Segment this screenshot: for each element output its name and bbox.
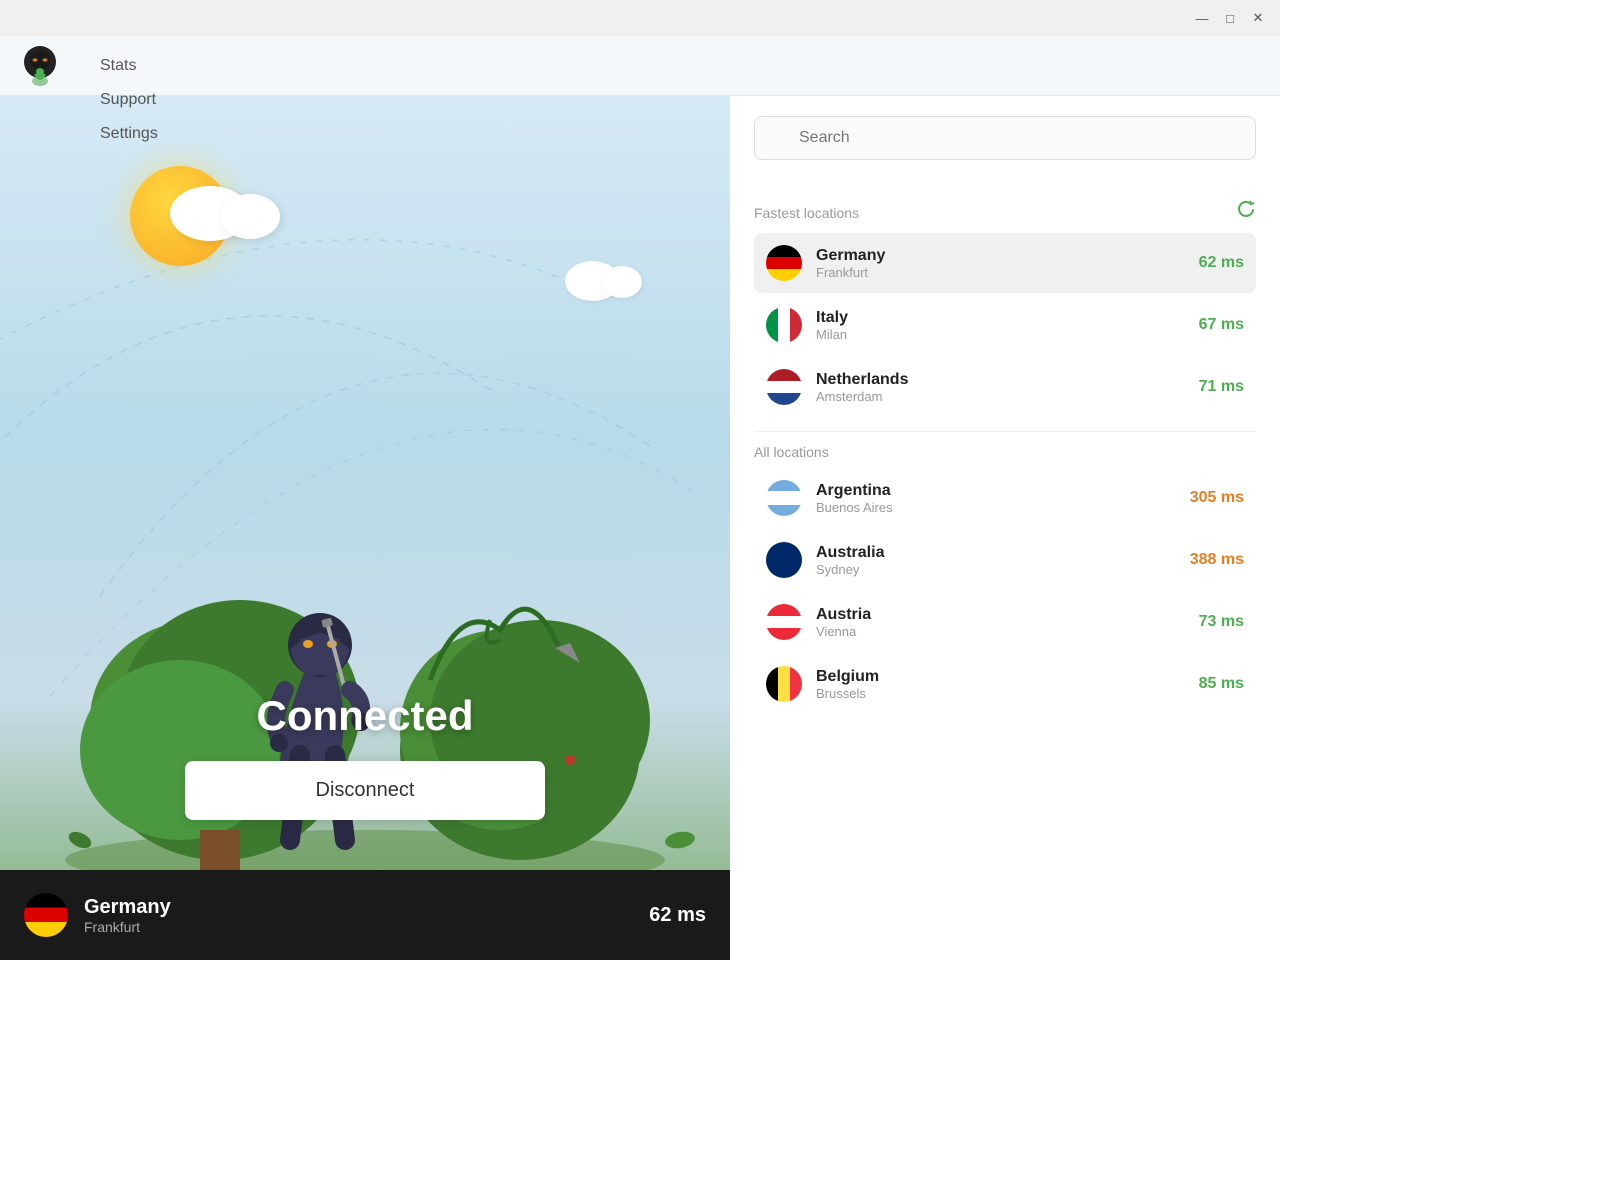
maximize-button[interactable]: □ [1216, 4, 1244, 32]
status-latency: 62 ms [649, 904, 706, 927]
location-name: Germany [816, 247, 1185, 265]
location-city: Brussels [816, 686, 1185, 701]
location-city: Buenos Aires [816, 500, 1176, 515]
search-input[interactable] [754, 116, 1256, 160]
location-name: Australia [816, 544, 1176, 562]
nav-item-stats[interactable]: Stats [80, 49, 196, 83]
fastest-locations-label: Fastest locations [754, 200, 1256, 225]
nav-item-settings[interactable]: Settings [80, 117, 196, 151]
location-info: ArgentinaBuenos Aires [816, 482, 1176, 515]
all-locations-title: All locations [754, 444, 829, 460]
status-flag-icon [24, 893, 68, 937]
flag-be-icon [766, 666, 802, 702]
location-city: Milan [816, 327, 1185, 342]
location-latency: 85 ms [1199, 675, 1244, 693]
location-info: NetherlandsAmsterdam [816, 371, 1185, 404]
location-item[interactable]: AustraliaSydney 388 ms [754, 530, 1256, 590]
location-info: BelgiumBrussels [816, 668, 1185, 701]
location-name: Austria [816, 606, 1185, 624]
status-bar: Germany Frankfurt 62 ms [0, 870, 730, 960]
disconnect-button[interactable]: Disconnect [185, 761, 545, 820]
flag-at-icon [766, 604, 802, 640]
location-latency: 62 ms [1199, 254, 1244, 272]
flag-nl-icon [766, 369, 802, 405]
cloud-icon [160, 176, 290, 236]
location-info: ItalyMilan [816, 309, 1185, 342]
divider [754, 431, 1256, 432]
right-panel: Fastest locations GermanyFrankfurt 62 ms I… [730, 96, 1280, 960]
refresh-icon[interactable] [1236, 200, 1256, 225]
nav-item-support[interactable]: Support [80, 83, 196, 117]
location-latency: 388 ms [1190, 551, 1244, 569]
location-item[interactable]: NetherlandsAmsterdam 71 ms [754, 357, 1256, 417]
location-name: Netherlands [816, 371, 1185, 389]
status-country: Germany [84, 896, 633, 919]
location-item[interactable]: AustriaVienna 73 ms [754, 592, 1256, 652]
location-item[interactable]: ArgentinaBuenos Aires 305 ms [754, 468, 1256, 528]
search-wrapper [754, 116, 1256, 180]
location-name: Argentina [816, 482, 1176, 500]
title-bar: — □ ✕ [0, 0, 1280, 36]
cloud2-icon [560, 256, 650, 301]
location-latency: 73 ms [1199, 613, 1244, 631]
location-info: AustraliaSydney [816, 544, 1176, 577]
app-logo [16, 42, 64, 90]
location-latency: 71 ms [1199, 378, 1244, 396]
flag-ar-icon [766, 480, 802, 516]
location-info: AustriaVienna [816, 606, 1185, 639]
location-latency: 305 ms [1190, 489, 1244, 507]
location-name: Italy [816, 309, 1185, 327]
status-city: Frankfurt [84, 919, 633, 935]
flag-au-icon [766, 542, 802, 578]
fastest-locations-title: Fastest locations [754, 205, 859, 221]
main-layout: Connected Disconnect Germany Frankfurt 6… [0, 96, 1280, 960]
close-button[interactable]: ✕ [1244, 4, 1272, 32]
status-info: Germany Frankfurt [84, 896, 633, 935]
fastest-locations-list: GermanyFrankfurt 62 ms ItalyMilan 67 ms Neth… [754, 233, 1256, 419]
flag-de-icon [766, 245, 802, 281]
location-item[interactable]: BelgiumBrussels 85 ms [754, 654, 1256, 714]
connected-status: Connected [256, 692, 473, 740]
flag-it-icon [766, 307, 802, 343]
location-city: Frankfurt [816, 265, 1185, 280]
left-panel: Connected Disconnect Germany Frankfurt 6… [0, 96, 730, 960]
location-city: Vienna [816, 624, 1185, 639]
minimize-button[interactable]: — [1188, 4, 1216, 32]
location-item[interactable]: ItalyMilan 67 ms [754, 295, 1256, 355]
all-locations-list: ArgentinaBuenos Aires 305 ms AustraliaSydn… [754, 468, 1256, 716]
location-city: Sydney [816, 562, 1176, 577]
nav-bar: HomeExclusionsStatsSupportSettings [0, 36, 1280, 96]
location-latency: 67 ms [1199, 316, 1244, 334]
all-locations-label: All locations [754, 444, 1256, 460]
location-item[interactable]: GermanyFrankfurt 62 ms [754, 233, 1256, 293]
location-name: Belgium [816, 668, 1185, 686]
location-city: Amsterdam [816, 389, 1185, 404]
location-info: GermanyFrankfurt [816, 247, 1185, 280]
